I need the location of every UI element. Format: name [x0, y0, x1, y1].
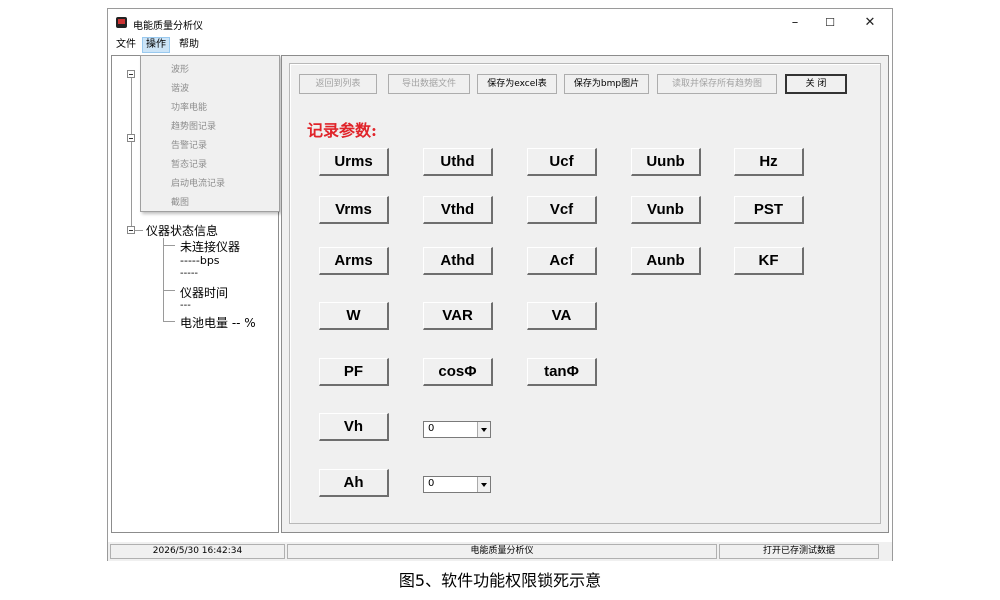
tree-node-status[interactable]: 仪器状态信息 — [146, 222, 218, 239]
param-button[interactable]: cosΦ — [423, 358, 493, 386]
param-button[interactable]: KF — [734, 247, 804, 275]
app-window: 电能质量分析仪 – ☐ ✕ 文件 操作 帮助 仪器状态信息 未连接仪器 ----… — [107, 8, 893, 561]
tree-expander-1[interactable] — [127, 70, 135, 78]
param-button[interactable]: Vunb — [631, 196, 701, 224]
vh-select-value: 0 — [428, 423, 435, 434]
menu-item-waveform: 波形 — [171, 65, 190, 75]
menu-item-harmonic: 谐波 — [171, 84, 190, 94]
menu-file[interactable]: 文件 — [113, 38, 139, 52]
param-button[interactable]: Vthd — [423, 196, 493, 224]
param-button[interactable]: Athd — [423, 247, 493, 275]
param-button[interactable]: Urms — [319, 148, 389, 176]
record-params-label: 记录参数: — [307, 121, 377, 140]
status-bar: 2026/5/30 16:42:34 电能质量分析仪 打开已存测试数据 — [108, 542, 892, 561]
menu-item-alarm-record: 告警记录 — [171, 141, 208, 151]
close-window-button[interactable]: ✕ — [855, 13, 885, 33]
menu-item-inrush-record: 启动电流记录 — [171, 179, 226, 189]
param-button[interactable]: PF — [319, 358, 389, 386]
record-panel-frame: 返回到列表 导出数据文件 保存为excel表 保存为bmp图片 读取并保存所有趋… — [281, 55, 889, 533]
status-app-name: 电能质量分析仪 — [287, 544, 717, 559]
chevron-down-icon[interactable] — [477, 422, 490, 437]
status-datetime: 2026/5/30 16:42:34 — [110, 544, 285, 559]
minimize-button[interactable]: – — [780, 13, 810, 33]
tree-node-dash[interactable]: --- — [180, 300, 191, 311]
param-button[interactable]: VA — [527, 302, 597, 330]
operation-dropdown-menu: 波形 谐波 功率电能 趋势图记录 告警记录 暂态记录 启动电流记录 截图 — [140, 55, 280, 212]
tree-expander-2[interactable] — [127, 134, 135, 142]
title-bar: 电能质量分析仪 – ☐ ✕ — [108, 9, 892, 37]
close-panel-button[interactable]: 关 闭 — [785, 74, 847, 94]
menu-help[interactable]: 帮助 — [176, 38, 202, 52]
param-button[interactable]: Vrms — [319, 196, 389, 224]
chevron-down-icon[interactable] — [477, 477, 490, 492]
tree-line — [163, 321, 175, 322]
menu-operation[interactable]: 操作 — [142, 37, 170, 53]
save-bmp-button[interactable]: 保存为bmp图片 — [564, 74, 649, 94]
param-button[interactable]: Uunb — [631, 148, 701, 176]
param-button-ah[interactable]: Ah — [319, 469, 389, 497]
param-button[interactable]: PST — [734, 196, 804, 224]
window-title: 电能质量分析仪 — [133, 21, 203, 32]
tree-node-time[interactable]: 仪器时间 — [180, 284, 228, 301]
read-save-trend-button[interactable]: 读取并保存所有趋势图 — [657, 74, 777, 94]
param-button[interactable]: Ucf — [527, 148, 597, 176]
tree-line — [131, 78, 132, 134]
param-button[interactable]: Aunb — [631, 247, 701, 275]
param-button[interactable]: W — [319, 302, 389, 330]
menu-item-transient-record: 暂态记录 — [171, 160, 208, 170]
tree-line — [163, 245, 175, 246]
record-panel: 返回到列表 导出数据文件 保存为excel表 保存为bmp图片 读取并保存所有趋… — [289, 63, 881, 524]
save-excel-button[interactable]: 保存为excel表 — [477, 74, 557, 94]
vh-select[interactable]: 0 — [423, 421, 491, 438]
tree-line — [163, 290, 175, 291]
tree-node-blank[interactable]: ----- — [180, 268, 198, 279]
ah-select[interactable]: 0 — [423, 476, 491, 493]
tree-node-baud[interactable]: -----bps — [180, 254, 220, 267]
tree-expander-status[interactable] — [127, 226, 135, 234]
param-button[interactable]: Hz — [734, 148, 804, 176]
ah-select-value: 0 — [428, 478, 435, 489]
menu-item-screenshot: 截图 — [171, 198, 190, 208]
param-button-vh[interactable]: Vh — [319, 413, 389, 441]
param-button[interactable]: Arms — [319, 247, 389, 275]
export-data-button[interactable]: 导出数据文件 — [388, 74, 470, 94]
tree-node-battery[interactable]: 电池电量 -- % — [180, 314, 256, 331]
param-button[interactable]: Vcf — [527, 196, 597, 224]
app-icon — [116, 17, 127, 28]
back-to-list-button[interactable]: 返回到列表 — [299, 74, 377, 94]
tree-line — [135, 230, 143, 231]
param-button[interactable]: Uthd — [423, 148, 493, 176]
status-action: 打开已存测试数据 — [719, 544, 879, 559]
tree-line — [131, 142, 132, 226]
tree-node-connection[interactable]: 未连接仪器 — [180, 238, 240, 255]
menu-item-power-energy: 功率电能 — [171, 103, 208, 113]
param-button[interactable]: VAR — [423, 302, 493, 330]
figure-caption: 图5、软件功能权限锁死示意 — [398, 571, 602, 590]
param-button[interactable]: tanΦ — [527, 358, 597, 386]
tree-line — [163, 238, 164, 321]
menu-item-trend-record: 趋势图记录 — [171, 122, 217, 132]
menu-bar: 文件 操作 帮助 — [108, 37, 892, 53]
maximize-button[interactable]: ☐ — [815, 13, 845, 33]
param-button[interactable]: Acf — [527, 247, 597, 275]
